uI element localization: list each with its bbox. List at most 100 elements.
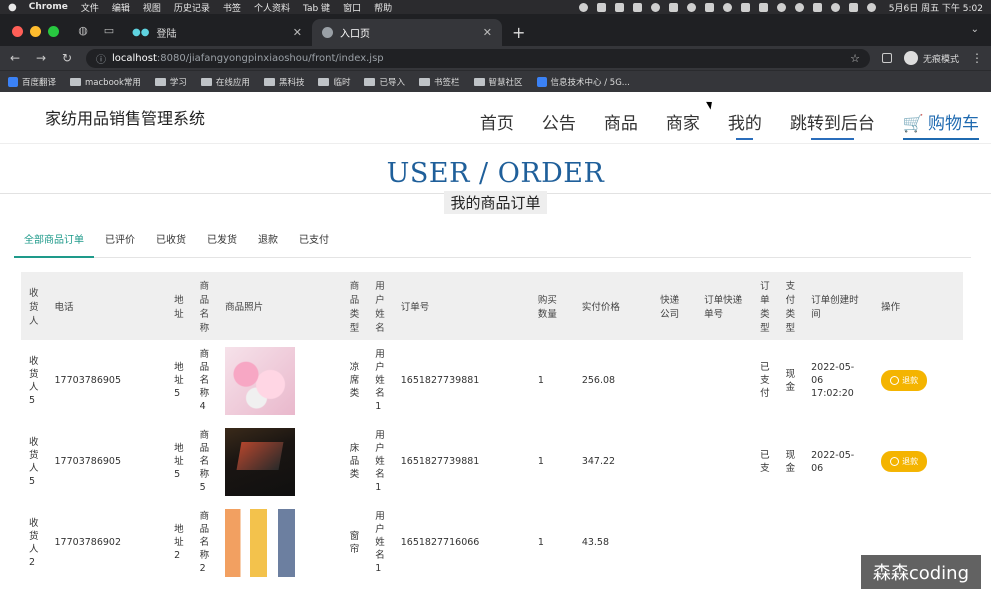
- bookmark-item[interactable]: 学习: [154, 76, 187, 88]
- tab-login[interactable]: ●● 登陆 ✕: [122, 19, 312, 46]
- app-icon[interactable]: [632, 2, 642, 12]
- clock-icon[interactable]: [686, 2, 696, 12]
- bookmark-item[interactable]: 临时: [318, 76, 350, 88]
- cell-order-type: 已支: [760, 449, 770, 474]
- table-row[interactable]: 收货人5 17703786905 地址5 商品名称5 床品类 用户姓名1 165…: [21, 421, 963, 502]
- mic-icon[interactable]: [596, 2, 606, 12]
- tab-shipped[interactable]: 已发货: [197, 230, 247, 258]
- window-icon[interactable]: [704, 2, 714, 12]
- menu-history[interactable]: 历史记录: [174, 1, 210, 14]
- nav-mine[interactable]: 我的: [728, 109, 762, 140]
- tab-entry[interactable]: 入口页 ✕: [312, 19, 502, 46]
- product-photo-laptop[interactable]: [225, 427, 296, 496]
- menu-edit[interactable]: 编辑: [112, 1, 130, 14]
- refund-button[interactable]: 退款: [881, 451, 928, 472]
- cell-photo: [217, 421, 342, 502]
- menu-profile[interactable]: 个人资料: [254, 1, 290, 14]
- bell-icon[interactable]: [650, 2, 660, 12]
- url-bar[interactable]: ⓘ localhost:8080/jiafangyongpinxiaoshou/…: [86, 48, 870, 68]
- bookmark-label: 百度翻译: [22, 77, 57, 88]
- bookmark-item[interactable]: 百度翻译: [8, 76, 56, 88]
- info-icon[interactable]: ⓘ: [96, 51, 106, 66]
- nav-notice[interactable]: 公告: [542, 109, 576, 140]
- col-order-type: 订单类型: [760, 281, 770, 334]
- chevron-down-icon[interactable]: ⌄: [971, 24, 979, 35]
- bookmark-item[interactable]: 信息技术中心 / 5G...: [536, 76, 630, 88]
- menu-file[interactable]: 文件: [81, 1, 99, 14]
- close-icon[interactable]: ✕: [483, 26, 492, 39]
- menu-window[interactable]: 窗口: [343, 1, 361, 14]
- star-icon[interactable]: ☆: [850, 52, 860, 65]
- app-s-icon[interactable]: [812, 2, 822, 12]
- record-icon[interactable]: [578, 2, 588, 12]
- cell-express: [652, 421, 696, 502]
- siri-icon[interactable]: [866, 2, 876, 12]
- close-icon[interactable]: ✕: [293, 26, 302, 39]
- nav-admin[interactable]: 跳转到后台: [790, 109, 875, 140]
- bookmark-label: 临时: [333, 77, 351, 88]
- menu-app[interactable]: Chrome: [29, 2, 68, 12]
- bluetooth-icon[interactable]: [740, 2, 750, 12]
- cell-pay-type: 现金: [785, 368, 796, 393]
- menu-help[interactable]: 帮助: [374, 1, 392, 14]
- col-express-no: 订单快递单号: [704, 295, 743, 320]
- heading-chinese: 我的商品订单: [444, 191, 547, 214]
- nav-goods[interactable]: 商品: [604, 109, 638, 140]
- maximize-window-button[interactable]: [48, 26, 59, 37]
- new-tab-button[interactable]: +: [512, 23, 525, 42]
- menu-view[interactable]: 视图: [143, 1, 161, 14]
- minimize-window-button[interactable]: [30, 26, 41, 37]
- bookmark-item[interactable]: 已导入: [364, 76, 405, 88]
- tab-refund[interactable]: 退款: [248, 230, 288, 258]
- url-host: localhost: [112, 52, 157, 64]
- table-row[interactable]: 收货人2 17703786902 地址2 商品名称2 窗帘 用户姓名1 1651…: [21, 502, 963, 583]
- side-panel-icon[interactable]: [881, 53, 892, 63]
- reload-button[interactable]: ↻: [60, 51, 74, 65]
- tab-title: 登陆: [156, 29, 177, 40]
- cell-address: 地址5: [174, 362, 184, 399]
- heading-english: USER / ORDER: [386, 158, 605, 189]
- close-window-button[interactable]: [12, 26, 23, 37]
- col-order-no: 订单号: [400, 302, 430, 313]
- battery-icon[interactable]: [758, 2, 768, 12]
- menu-tab[interactable]: Tab 键: [303, 1, 330, 14]
- nav-home[interactable]: 首页: [480, 109, 514, 140]
- apple-icon[interactable]: ●: [8, 2, 17, 13]
- folder-icon: [418, 77, 430, 86]
- site-header: 家纺用品销售管理系统 首页 公告 商品 商家 我的 跳转到后台 🛒 购物车: [0, 92, 991, 144]
- back-button[interactable]: ←: [8, 51, 22, 65]
- nav-merchant[interactable]: 商家: [666, 109, 700, 140]
- bookmark-item[interactable]: 书签栏: [418, 76, 460, 88]
- orders-table-wrap: 收货人 电话 地址 商品名称 商品照片 商品类型 用户姓名 订单号 购买数量 实…: [21, 272, 963, 583]
- tab-all-orders[interactable]: 全部商品订单: [14, 230, 94, 258]
- watermark: 森森coding: [860, 555, 981, 589]
- user-icon[interactable]: [794, 2, 804, 12]
- cell-receiver: 收货人5: [29, 355, 39, 406]
- product-photo-phones[interactable]: [225, 508, 296, 577]
- input-method-icon[interactable]: [614, 2, 624, 12]
- search-icon[interactable]: [830, 2, 840, 12]
- menu-bookmarks[interactable]: 书签: [223, 1, 241, 14]
- tab-paid[interactable]: 已支付: [289, 230, 339, 258]
- cell-user-name: 用户姓名1: [375, 349, 385, 412]
- wifi-icon[interactable]: [776, 2, 786, 12]
- bookmark-item[interactable]: macbook常用: [70, 76, 141, 88]
- bookmark-item[interactable]: 在线应用: [200, 76, 250, 88]
- bookmark-item[interactable]: 黑科技: [263, 76, 304, 88]
- tab-reviewed[interactable]: 已评价: [95, 230, 145, 258]
- table-row[interactable]: 收货人5 17703786905 地址5 商品名称4 凉席类 用户姓名1 165…: [21, 340, 963, 421]
- refund-button[interactable]: 退款: [881, 370, 928, 391]
- nav-cart[interactable]: 🛒 购物车: [902, 109, 980, 140]
- fan-icon[interactable]: [722, 2, 732, 12]
- forward-button[interactable]: →: [34, 51, 48, 65]
- control-center-icon[interactable]: [848, 2, 858, 12]
- incognito-indicator[interactable]: 无痕模式: [903, 51, 959, 65]
- memory-icon[interactable]: [668, 2, 678, 12]
- pinned-tab-globe[interactable]: ◍: [70, 17, 96, 43]
- more-menu-icon[interactable]: ⋮: [971, 51, 983, 65]
- clock-text[interactable]: 5月6日 周五 下午 5:02: [889, 1, 983, 14]
- bookmark-item[interactable]: 智慧社区: [473, 76, 523, 88]
- tab-received[interactable]: 已收货: [146, 230, 196, 258]
- product-photo-flowers[interactable]: [225, 346, 296, 415]
- pinned-tab-blank[interactable]: ▭: [96, 17, 122, 43]
